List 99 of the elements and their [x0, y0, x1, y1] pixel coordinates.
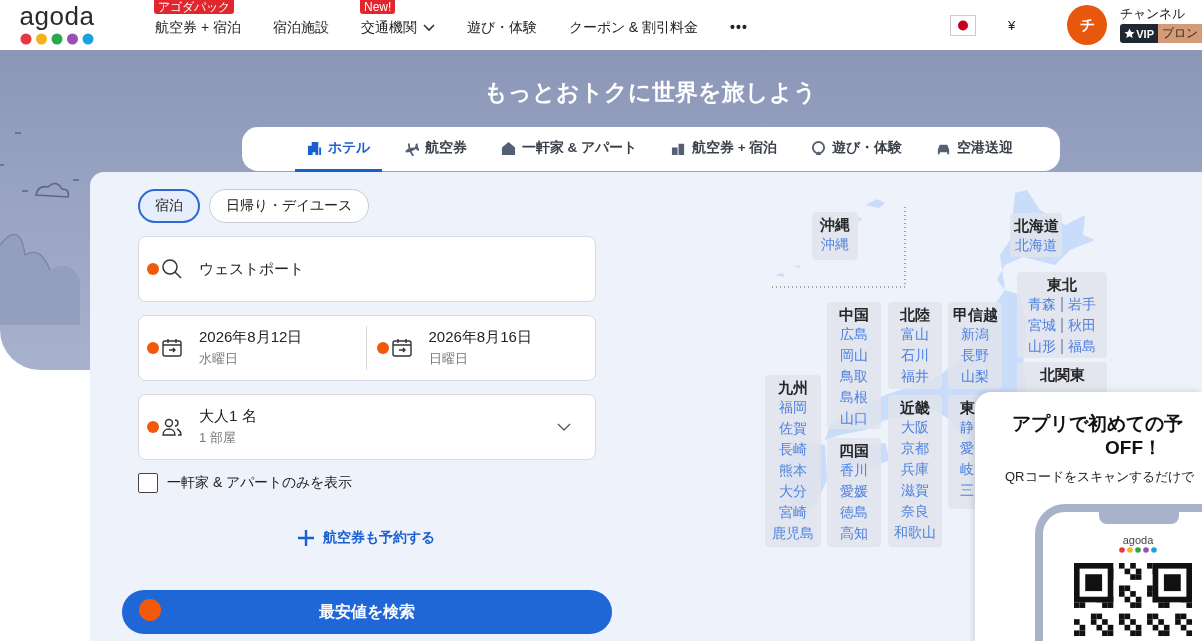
prefecture-link[interactable]: 新潟: [961, 324, 989, 345]
category-tab[interactable]: 遊び・体験: [799, 127, 915, 172]
prefecture-link[interactable]: 福島: [1068, 336, 1096, 357]
logo-dots-icon: [1119, 547, 1157, 553]
nav-link[interactable]: 遊び・体験: [466, 13, 537, 37]
region-name[interactable]: 近畿: [900, 399, 930, 417]
prefecture-link[interactable]: 佐賀: [779, 418, 807, 439]
nav-link[interactable]: 航空券 + 宿泊: [155, 13, 241, 37]
checkbox-label: 一軒家 & アパートのみを表示: [167, 474, 353, 492]
promo-text: QRコードをスキャンするだけで: [1005, 468, 1195, 486]
prefecture-link[interactable]: 福岡: [779, 397, 807, 418]
more-menu[interactable]: •••: [730, 15, 748, 35]
prefecture-link[interactable]: 宮城: [1028, 315, 1056, 336]
prefecture-link[interactable]: 大分: [779, 481, 807, 502]
prefecture-link[interactable]: 福井: [901, 366, 929, 387]
chevron-down-icon: [557, 423, 571, 431]
prefecture-link[interactable]: 岩手: [1068, 294, 1096, 315]
prefecture-link[interactable]: 富山: [901, 324, 929, 345]
hero-title: もっとおトクに世界を旅しよう: [482, 78, 817, 107]
destination-field[interactable]: ウェストポート: [138, 236, 596, 302]
star-icon: [1124, 28, 1136, 39]
nav-badge: アゴダパック: [154, 0, 234, 14]
dot-icon: [147, 263, 159, 275]
stay-type-toggle[interactable]: 宿泊: [138, 189, 200, 223]
region-name[interactable]: 中国: [839, 306, 869, 324]
prefecture-link[interactable]: 青森: [1028, 294, 1056, 315]
search-button[interactable]: 最安値を検索: [122, 590, 612, 634]
category-tab[interactable]: 空港送迎: [924, 127, 1026, 172]
building-icon: [306, 140, 322, 156]
user-name: チャンネル: [1120, 7, 1187, 21]
prefecture-link[interactable]: 北海道: [1015, 235, 1057, 256]
prefecture-link[interactable]: 香川: [840, 460, 868, 481]
region-name[interactable]: 沖縄: [820, 216, 850, 234]
prefecture-link[interactable]: 鹿児島: [772, 523, 814, 544]
region-name[interactable]: 甲信越: [952, 306, 998, 324]
logo-text: agoda: [1122, 534, 1154, 547]
prefecture-link[interactable]: 鳥取: [840, 366, 868, 387]
prefecture-link[interactable]: 岐: [960, 459, 974, 480]
plane-icon: [403, 140, 419, 156]
promo-title: OFF！: [1105, 436, 1163, 460]
prefecture-link[interactable]: 静: [960, 417, 974, 438]
prefecture-link[interactable]: 熊本: [779, 460, 807, 481]
region-name[interactable]: 九州: [778, 379, 808, 397]
avatar[interactable]: チ: [1067, 5, 1108, 45]
rooms-text: 1 部屋: [199, 429, 237, 447]
prefecture-link[interactable]: 岡山: [840, 345, 868, 366]
prefecture-link[interactable]: 兵庫: [901, 459, 929, 480]
nav-link[interactable]: 宿泊施設: [272, 13, 329, 37]
guests-value: 大人1 名: [199, 407, 257, 426]
tier-badge: ブロン: [1158, 24, 1202, 43]
checkbox[interactable]: [138, 473, 158, 493]
prefecture-link[interactable]: 高知: [840, 523, 868, 544]
prefecture-link[interactable]: 山形: [1028, 336, 1056, 357]
region-name[interactable]: 北海道: [1013, 217, 1059, 235]
wheel-icon: [811, 140, 827, 156]
category-tab[interactable]: 航空券 + 宿泊: [658, 127, 790, 172]
nav-link[interactable]: 交通機関: [360, 13, 435, 37]
prefecture-link[interactable]: 宮崎: [779, 502, 807, 523]
destination-value: ウェストポート: [199, 259, 304, 279]
prefecture-link[interactable]: 三: [960, 480, 974, 501]
category-tab[interactable]: 航空券: [391, 127, 479, 172]
search-icon: [161, 258, 183, 280]
nav-badge: New!: [359, 0, 396, 14]
prefecture-link[interactable]: 大阪: [901, 417, 929, 438]
region-name[interactable]: 東: [960, 399, 975, 417]
plus-icon: [297, 530, 314, 546]
vip-badge: VIP: [1120, 24, 1158, 43]
region-name[interactable]: 北関東: [1039, 366, 1085, 384]
nav-link[interactable]: クーポン & 割引料金: [568, 13, 699, 37]
people-icon: [161, 416, 183, 438]
logo[interactable]: agoda: [20, 5, 94, 45]
prefecture-link[interactable]: 山梨: [961, 366, 989, 387]
prefecture-link[interactable]: 山口: [840, 408, 868, 429]
prefecture-link[interactable]: 愛: [960, 438, 974, 459]
stay-type-toggle[interactable]: 日帰り・デイユース: [209, 189, 369, 223]
promo-title: アプリで初めての予: [1012, 412, 1184, 436]
prefecture-link[interactable]: 滋賀: [901, 480, 929, 501]
prefecture-link[interactable]: 島根: [840, 387, 868, 408]
prefecture-link[interactable]: 愛媛: [840, 481, 868, 502]
guests-field[interactable]: 大人1 名 1 部屋: [138, 394, 596, 460]
prefecture-link[interactable]: 長野: [961, 345, 989, 366]
category-tab[interactable]: 一軒家 & アパート: [488, 127, 649, 172]
flag-icon[interactable]: [950, 14, 977, 36]
region-name[interactable]: 北陸: [900, 306, 930, 324]
prefecture-link[interactable]: 石川: [901, 345, 929, 366]
prefecture-link[interactable]: 奈良: [901, 501, 929, 522]
dot-icon: [147, 421, 159, 433]
prefecture-link[interactable]: 和歌山: [894, 522, 936, 543]
logo-dots-icon: [20, 33, 94, 45]
add-flight-link[interactable]: 航空券も予約する: [297, 529, 435, 547]
prefecture-link[interactable]: 沖縄: [821, 234, 849, 255]
prefecture-link[interactable]: 長崎: [779, 439, 807, 460]
currency-selector[interactable]: ¥: [1008, 17, 1016, 33]
house-icon: [500, 140, 516, 156]
prefecture-link[interactable]: 秋田: [1068, 315, 1096, 336]
region-name[interactable]: 東北: [1047, 276, 1077, 294]
prefecture-link[interactable]: 広島: [840, 324, 868, 345]
prefecture-link[interactable]: 京都: [901, 438, 929, 459]
prefecture-link[interactable]: 徳島: [840, 502, 868, 523]
